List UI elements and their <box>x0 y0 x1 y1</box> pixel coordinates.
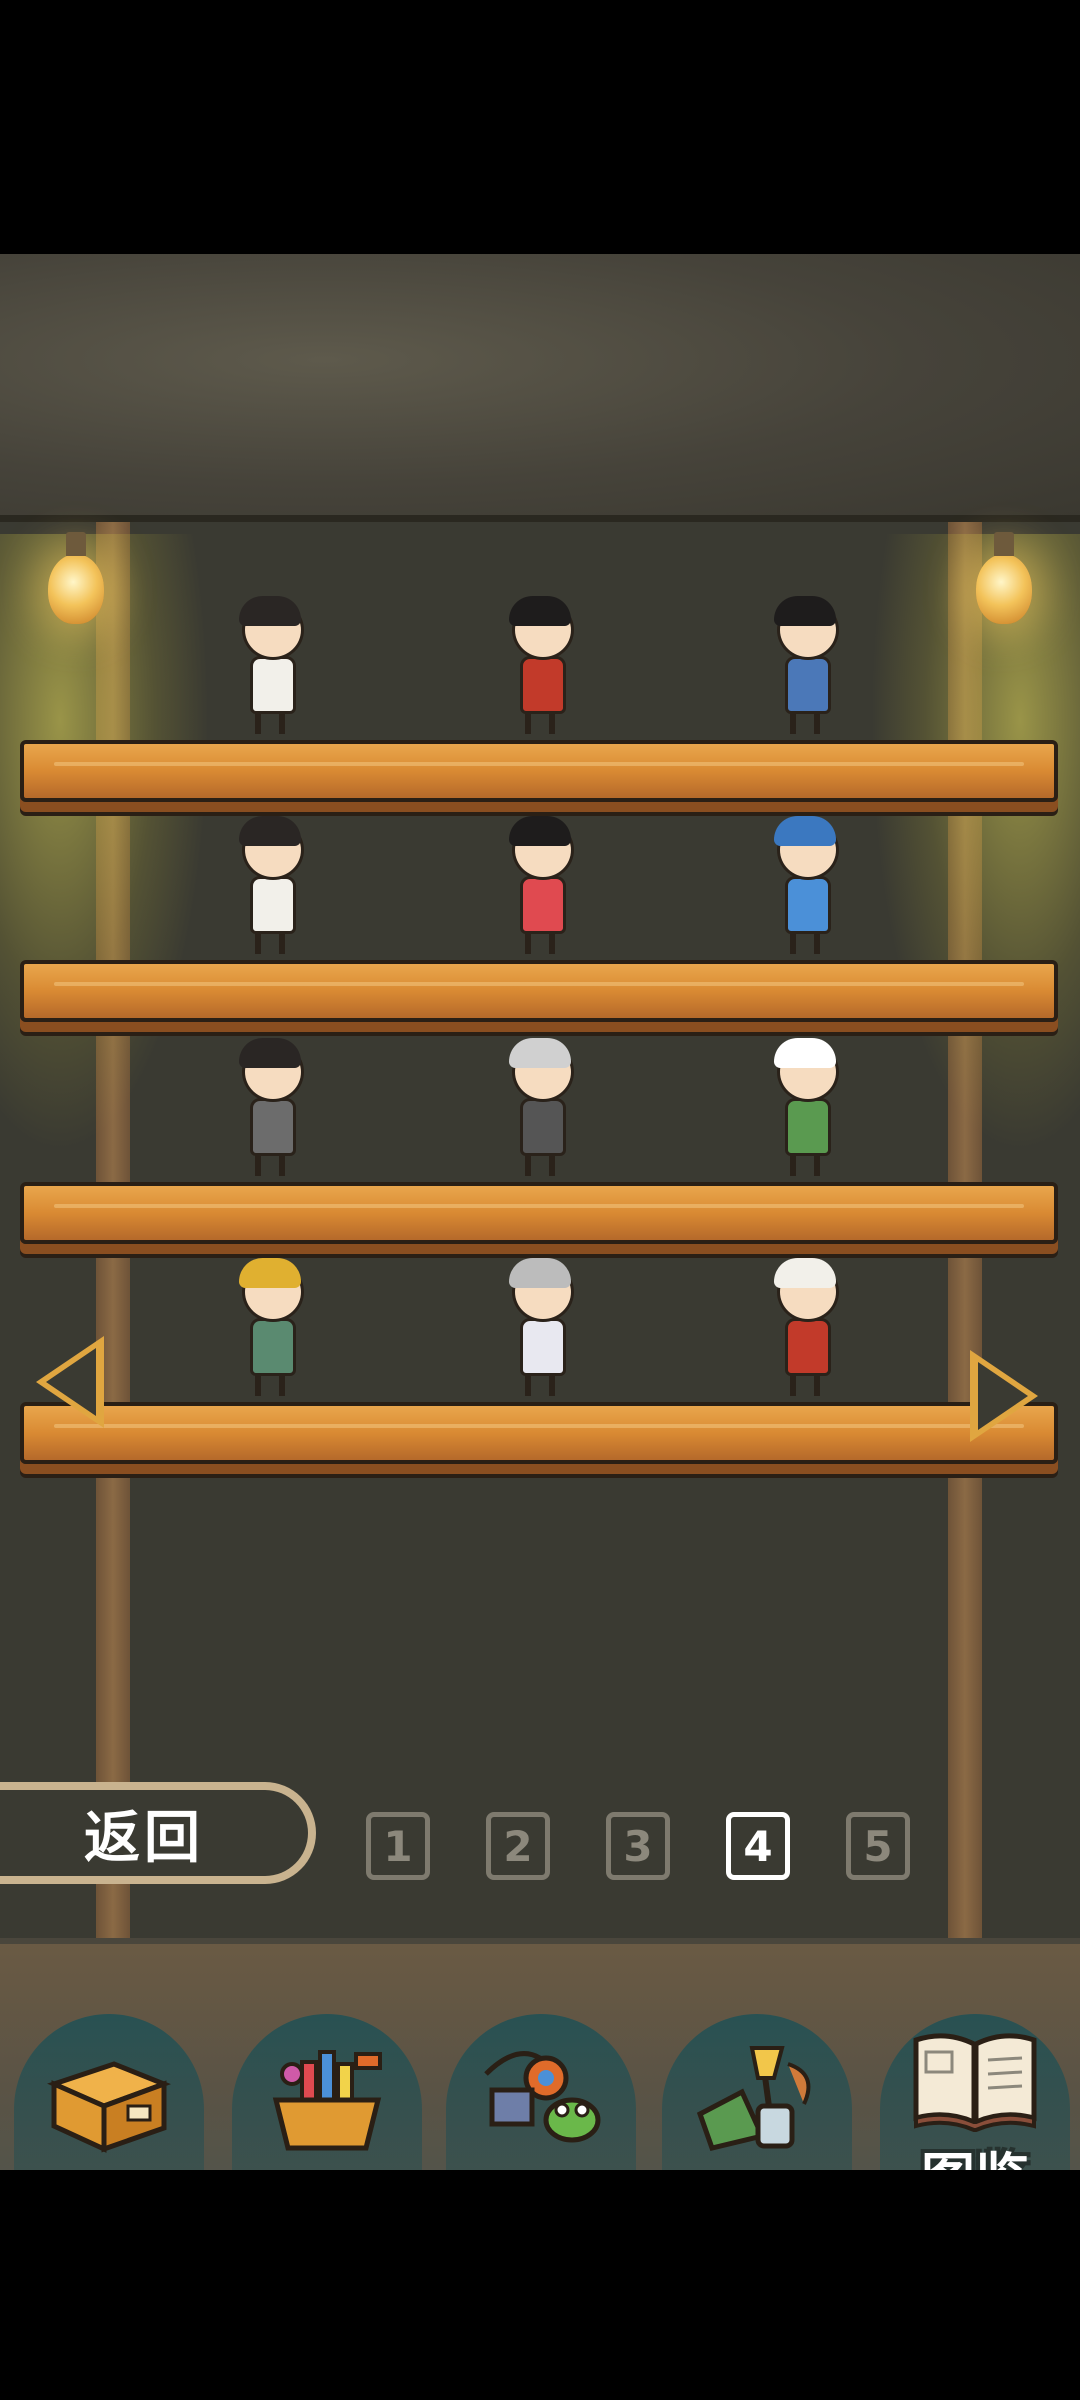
figure-kid-morning-glory[interactable] <box>225 1258 315 1402</box>
figure-body <box>520 1318 566 1376</box>
page-button-2[interactable]: 2 <box>486 1812 550 1880</box>
figure-body <box>520 656 566 714</box>
shelf-plank <box>20 1182 1058 1244</box>
tab-label: 清扫 <box>662 2164 852 2170</box>
book-icon <box>913 2033 1037 2132</box>
figure-boy-glasses[interactable] <box>760 596 850 740</box>
figure-hair <box>509 1258 571 1288</box>
figure-body <box>250 876 296 934</box>
figure-boy-cap[interactable] <box>760 816 850 960</box>
figure-man-lollipops[interactable] <box>225 816 315 960</box>
figure-hair <box>509 1038 571 1068</box>
figure-body <box>785 1098 831 1156</box>
figure-hair <box>509 816 571 846</box>
figure-boy-tank-top[interactable] <box>225 596 315 740</box>
figure-body <box>520 876 566 934</box>
game-screen: 返回 1 2 3 4 5 进货 糖果 <box>0 254 1080 2170</box>
figure-body <box>785 876 831 934</box>
previous-page-arrow-icon[interactable] <box>36 1336 104 1428</box>
light-bulb-icon <box>976 532 1032 624</box>
figure-body <box>250 656 296 714</box>
shelf-plank <box>20 1402 1058 1464</box>
tab-label: 玩具 <box>446 2164 636 2170</box>
wall-top <box>0 254 1080 523</box>
toys-icon <box>484 2051 601 2143</box>
page-button-3[interactable]: 3 <box>606 1812 670 1880</box>
tab-label: 图鉴 <box>880 2134 1070 2170</box>
shelf-plank <box>20 740 1058 802</box>
figure-body <box>520 1098 566 1156</box>
tab-label: 进货 <box>14 2164 204 2170</box>
shelf-plank <box>20 960 1058 1022</box>
figure-fox-mask-girl[interactable] <box>760 1258 850 1402</box>
box-icon <box>47 2061 171 2153</box>
figure-hair <box>239 816 301 846</box>
broom-icon <box>696 2046 811 2151</box>
figure-girl-red-dress[interactable] <box>495 596 585 740</box>
figure-hair <box>509 596 571 626</box>
page-button-4[interactable]: 4 <box>726 1812 790 1880</box>
next-page-arrow-icon[interactable] <box>970 1350 1038 1442</box>
figure-old-man-sunglasses[interactable] <box>495 1258 585 1402</box>
candy-basket-icon <box>272 2050 382 2151</box>
page-button-1[interactable]: 1 <box>366 1812 430 1880</box>
figure-girl-pigtails[interactable] <box>495 816 585 960</box>
back-button[interactable]: 返回 <box>0 1782 316 1884</box>
figure-old-man-suit[interactable] <box>495 1038 585 1182</box>
figure-hair <box>774 816 836 846</box>
figure-hair <box>774 596 836 626</box>
figure-body <box>785 1318 831 1376</box>
figure-hair <box>774 1258 836 1288</box>
light-bulb-icon <box>48 532 104 624</box>
figure-body <box>250 1318 296 1376</box>
figure-hair <box>239 1038 301 1068</box>
figure-man-suit-glasses[interactable] <box>225 1038 315 1182</box>
tab-label: 糖果 <box>232 2164 422 2170</box>
page-button-5[interactable]: 5 <box>846 1812 910 1880</box>
figure-hair <box>239 596 301 626</box>
figure-kid-bug-net[interactable] <box>760 1038 850 1182</box>
figure-hair <box>774 1038 836 1068</box>
figure-hair <box>239 1258 301 1288</box>
figure-body <box>250 1098 296 1156</box>
figure-body <box>785 656 831 714</box>
